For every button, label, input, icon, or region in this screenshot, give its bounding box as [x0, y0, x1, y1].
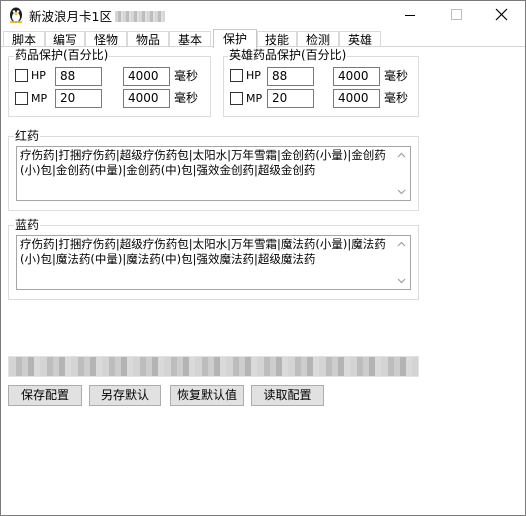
tab-items[interactable]: 物品	[127, 31, 169, 47]
drug-hp-interval-input[interactable]: 4000	[123, 67, 170, 86]
blue-potion-textarea[interactable]: 疗伤药|打捆疗伤药|超级疗伤药包|太阳水|万年雪霜|魔法药(小量)|魔法药(小)…	[16, 235, 411, 290]
scroll-down-icon[interactable]	[397, 189, 406, 195]
hero-mp-label: MP	[246, 92, 263, 105]
minimize-button[interactable]	[387, 1, 433, 29]
restore-default-button[interactable]: 恢复默认值	[170, 385, 244, 406]
hero-hp-unit: 毫秒	[384, 69, 409, 83]
scroll-up-icon[interactable]	[397, 241, 406, 247]
drug-hp-percent-input[interactable]: 88	[55, 67, 102, 86]
tab-hero[interactable]: 英雄	[339, 31, 381, 47]
drug-mp-percent-input[interactable]: 20	[55, 89, 102, 108]
drug-protect-title: 药品保护(百分比)	[14, 48, 110, 62]
window-title: 新波浪月卡1区	[29, 6, 165, 25]
drug-hp-unit: 毫秒	[174, 69, 199, 83]
hero-hp-label: HP	[246, 69, 261, 82]
hero-hp-interval-input[interactable]: 4000	[333, 67, 380, 86]
hero-protect-title: 英雄药品保护(百分比)	[228, 48, 348, 62]
minimize-icon	[405, 15, 415, 16]
tab-script[interactable]: 脚本	[3, 31, 45, 47]
red-potion-text: 疗伤药|打捆疗伤药|超级疗伤药包|太阳水|万年雪霜|金创药(小量)|金创药(小)…	[20, 148, 386, 177]
drug-hp-checkbox[interactable]	[15, 69, 28, 82]
close-icon	[495, 8, 508, 21]
tab-strip: 脚本 编写 怪物 物品 基本 保护 技能 检测 英雄	[1, 29, 525, 48]
close-button[interactable]	[479, 1, 525, 29]
save-config-button[interactable]: 保存配置	[8, 385, 82, 406]
scroll-up-icon[interactable]	[397, 152, 406, 158]
title-bar[interactable]: 新波浪月卡1区	[1, 1, 525, 29]
title-redacted-block	[114, 11, 165, 22]
drug-protect-group	[8, 56, 211, 117]
main-window: 新波浪月卡1区 脚本 编写 怪物 物品 基本 保护 技能 检测 英雄 药品保护(…	[0, 0, 526, 516]
red-potion-title: 红药	[14, 129, 41, 143]
blue-potion-text: 疗伤药|打捆疗伤药|超级疗伤药包|太阳水|万年雪霜|魔法药(小量)|魔法药(小)…	[20, 237, 386, 266]
save-as-default-button[interactable]: 另存默认	[89, 385, 161, 406]
maximize-icon	[451, 9, 462, 20]
status-bar-redacted	[8, 356, 419, 377]
hero-mp-checkbox[interactable]	[230, 92, 243, 105]
tab-detect[interactable]: 检测	[297, 31, 339, 47]
tab-skills[interactable]: 技能	[257, 31, 297, 47]
hero-mp-percent-input[interactable]: 20	[267, 89, 314, 108]
scroll-down-icon[interactable]	[397, 278, 406, 284]
drug-mp-checkbox[interactable]	[15, 92, 28, 105]
blue-potion-title: 蓝药	[14, 218, 41, 232]
hero-hp-checkbox[interactable]	[230, 69, 243, 82]
drug-mp-unit: 毫秒	[174, 91, 199, 105]
hero-protect-group	[223, 56, 419, 117]
maximize-button	[433, 1, 479, 29]
tab-monsters[interactable]: 怪物	[85, 31, 127, 47]
load-config-button[interactable]: 读取配置	[251, 385, 324, 406]
hero-mp-interval-input[interactable]: 4000	[333, 89, 380, 108]
drug-mp-interval-input[interactable]: 4000	[123, 89, 170, 108]
hero-hp-percent-input[interactable]: 88	[267, 67, 314, 86]
tab-edit[interactable]: 编写	[45, 31, 85, 47]
red-potion-scrollbar[interactable]	[393, 147, 410, 200]
drug-mp-label: MP	[31, 92, 48, 105]
drug-hp-label: HP	[31, 69, 46, 82]
blue-potion-scrollbar[interactable]	[393, 236, 410, 289]
red-potion-textarea[interactable]: 疗伤药|打捆疗伤药|超级疗伤药包|太阳水|万年雪霜|金创药(小量)|金创药(小)…	[16, 146, 411, 201]
tab-protect[interactable]: 保护	[213, 29, 257, 48]
tab-basic[interactable]: 基本	[169, 31, 211, 47]
penguin-app-icon	[9, 7, 23, 23]
hero-mp-unit: 毫秒	[384, 91, 409, 105]
